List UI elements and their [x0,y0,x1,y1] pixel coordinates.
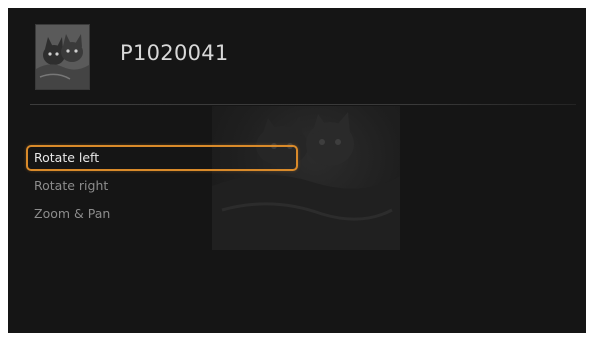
rotate-left-option[interactable]: Rotate left [26,145,298,171]
photo-options-screen: P1020041 Rotate left Rotate right Zoom &… [8,8,586,333]
rotate-right-option[interactable]: Rotate right [26,173,298,199]
cat-thumbnail-image [36,25,89,89]
photo-title: P1020041 [120,41,229,65]
photo-actions-menu: Rotate left Rotate right Zoom & Pan [26,145,298,229]
header-divider [30,104,576,105]
zoom-pan-option[interactable]: Zoom & Pan [26,201,298,227]
photo-thumbnail [35,24,90,90]
